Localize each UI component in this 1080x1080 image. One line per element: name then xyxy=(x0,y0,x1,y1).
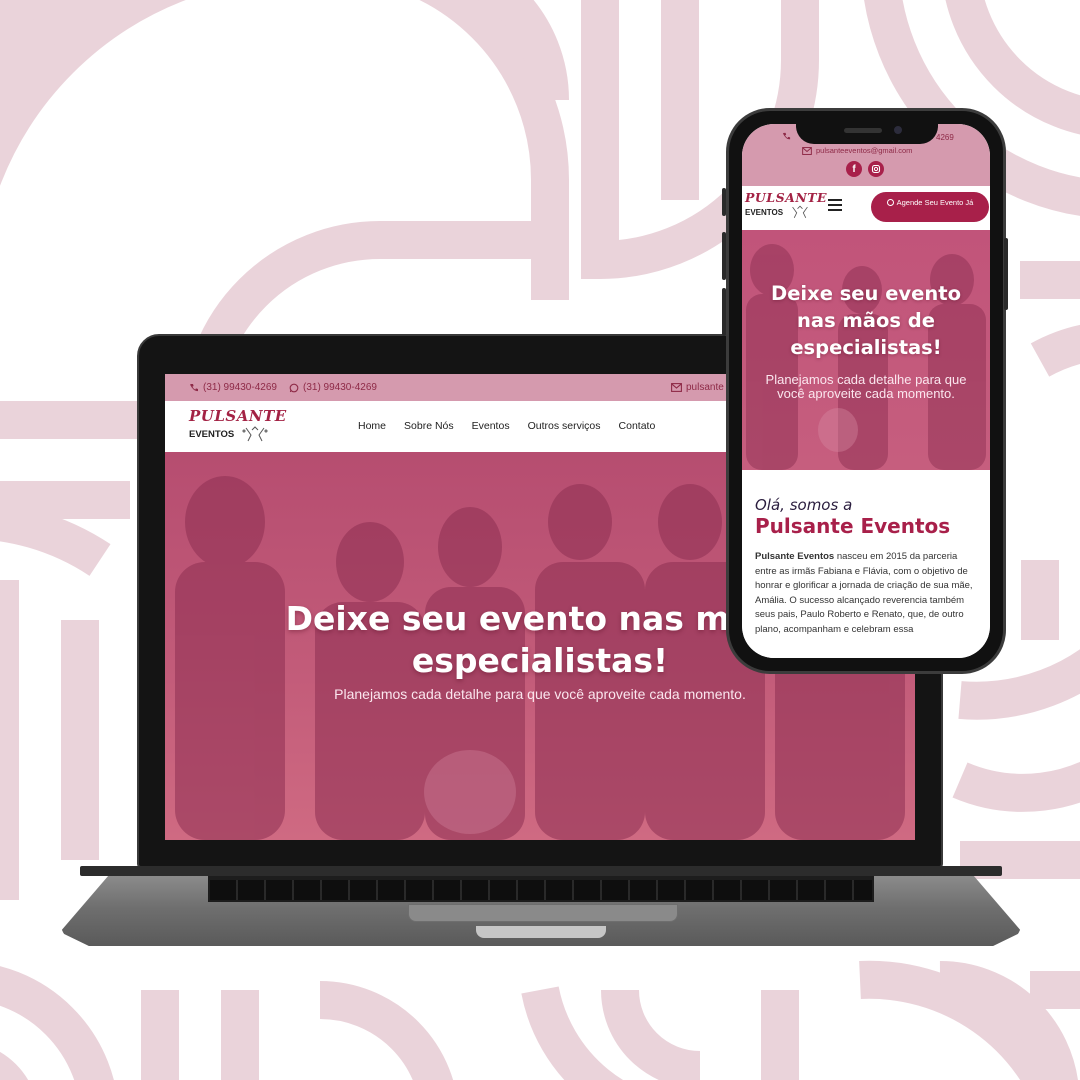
topbar-phone-text: (31) 99430-4269 xyxy=(203,382,277,393)
about-text-body: nasceu em 2015 da parceria entre as irmã… xyxy=(755,551,973,635)
phone-logo-title: PULSANTE xyxy=(745,190,828,205)
logo-subtitle: EVENTOS xyxy=(189,428,235,440)
phone-hero-title: Deixe seu evento nas mãos de especialist… xyxy=(742,280,990,361)
phone-topbar-phone-text: 4269 xyxy=(936,133,954,142)
instagram-icon[interactable] xyxy=(868,161,884,177)
about-title: Pulsante Eventos xyxy=(755,514,951,538)
schedule-event-label: Agende Seu Evento Já xyxy=(896,198,974,207)
phone-volume-up-button xyxy=(722,232,726,280)
mail-icon xyxy=(671,383,682,392)
phone-header: PULSANTE EVENTOS Agende Seu Evento Já xyxy=(742,186,990,230)
whatsapp-icon xyxy=(886,199,894,206)
phone-hero-title-line3: especialistas! xyxy=(790,336,942,359)
phone-logo[interactable]: PULSANTE EVENTOS xyxy=(745,190,827,219)
phone-side-button xyxy=(722,188,726,216)
about-text: Pulsante Eventos nasceu em 2015 da parce… xyxy=(755,550,979,638)
nav-contato[interactable]: Contato xyxy=(619,420,656,432)
laptop-base xyxy=(60,866,1022,948)
phone-topbar-email[interactable]: pulsanteeventos@gmail.com xyxy=(802,146,912,155)
champagne-glasses-icon xyxy=(792,205,808,218)
phone-power-button xyxy=(1004,238,1008,310)
phone-hero-subtitle: Planejamos cada detalhe para que você ap… xyxy=(765,372,967,401)
phone-screen: 4269 pulsanteeventos@gmail.com f PULSANT… xyxy=(742,124,990,658)
logo-title: PULSANTE xyxy=(189,407,287,425)
hero-subtitle: Planejamos cada detalhe para que você ap… xyxy=(334,686,746,702)
topbar-email[interactable]: pulsante xyxy=(671,382,724,393)
phone-hero-title-line2: nas mãos de xyxy=(797,309,935,332)
phone-topbar-phone[interactable] xyxy=(782,132,791,143)
phone-camera xyxy=(894,126,902,134)
about-text-bold: Pulsante Eventos xyxy=(755,551,835,562)
champagne-glasses-icon xyxy=(242,426,268,442)
phone-hero-section: Deixe seu evento nas mãos de especialist… xyxy=(742,230,990,470)
nav-eventos[interactable]: Eventos xyxy=(472,420,510,432)
main-nav: Home Sobre Nós Eventos Outros serviços C… xyxy=(358,420,655,432)
trackpad xyxy=(408,904,678,922)
topbar-whatsapp-text: (31) 99430-4269 xyxy=(303,382,377,393)
topbar-whatsapp[interactable]: (31) 99430-4269 xyxy=(289,382,377,393)
phone-topbar-email-text: pulsanteeventos@gmail.com xyxy=(816,146,913,155)
whatsapp-icon xyxy=(289,383,299,392)
phone-volume-down-button xyxy=(722,288,726,336)
topbar-phone[interactable]: (31) 99430-4269 xyxy=(189,382,277,393)
logo[interactable]: PULSANTE EVENTOS xyxy=(189,407,287,442)
phone-notch xyxy=(796,116,938,144)
phone-speaker xyxy=(844,128,882,133)
phone-logo-subtitle: EVENTOS xyxy=(745,207,784,217)
hamburger-menu-icon[interactable] xyxy=(828,198,842,212)
phone-icon xyxy=(782,132,791,140)
about-section: Olá, somos a Pulsante Eventos Pulsante E… xyxy=(742,470,990,658)
phone-icon xyxy=(190,383,198,391)
facebook-icon[interactable]: f xyxy=(846,161,862,177)
mail-icon xyxy=(802,146,812,155)
topbar-email-text: pulsante xyxy=(686,382,724,393)
nav-outros-servicos[interactable]: Outros serviços xyxy=(528,420,601,432)
schedule-event-button[interactable]: Agende Seu Evento Já xyxy=(871,192,989,222)
nav-home[interactable]: Home xyxy=(358,420,386,432)
about-intro: Olá, somos a xyxy=(755,496,853,514)
nav-sobre-nos[interactable]: Sobre Nós xyxy=(404,420,454,432)
phone-hero-title-line1: Deixe seu evento xyxy=(771,282,961,305)
